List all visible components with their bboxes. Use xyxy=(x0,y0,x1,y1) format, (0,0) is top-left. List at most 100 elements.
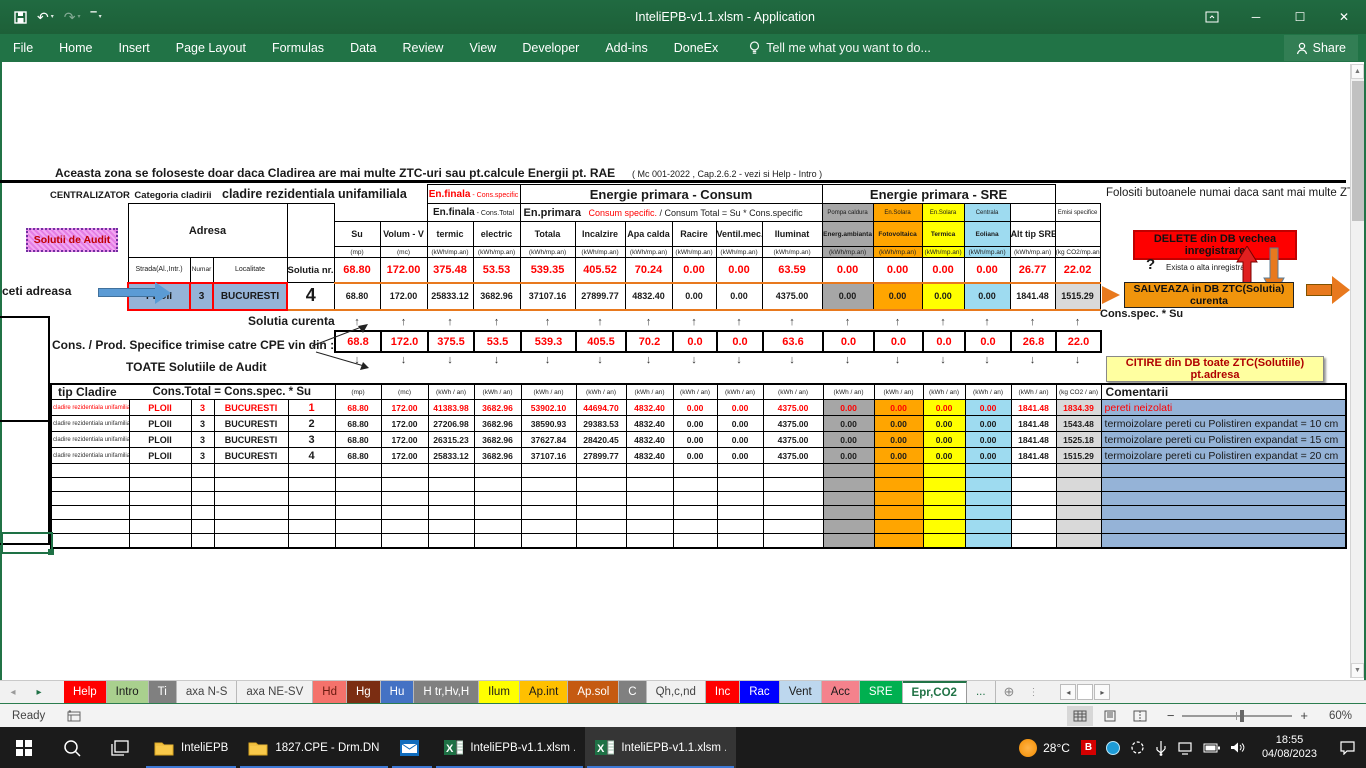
empty-cell[interactable] xyxy=(129,520,191,534)
localitate-cell[interactable]: BUCURESTI xyxy=(214,432,288,448)
empty-cell[interactable] xyxy=(763,534,823,548)
value-cell[interactable]: 0.00 xyxy=(965,448,1011,464)
empty-cell[interactable] xyxy=(288,534,335,548)
empty-cell[interactable] xyxy=(288,492,335,506)
value-cell[interactable]: 4375.00 xyxy=(763,400,823,416)
empty-row[interactable] xyxy=(51,478,1346,492)
value-cell[interactable]: 172.00 xyxy=(381,400,428,416)
taskbar-app-excel-inteliepb-v1-1-xlsm-[interactable]: XInteliEPB-v1.1.xlsm ... xyxy=(585,727,736,768)
value-cell[interactable]: 3682.96 xyxy=(474,400,521,416)
empty-cell[interactable] xyxy=(717,464,763,478)
sheet-tab-axa-n-s[interactable]: axa N-S xyxy=(177,681,238,703)
empty-comment-cell[interactable] xyxy=(1101,506,1346,520)
vertical-scrollbar[interactable]: ▲ ▼ xyxy=(1350,64,1364,678)
save-icon[interactable] xyxy=(14,11,27,24)
sent-value-cell[interactable]: 0.0 xyxy=(823,331,874,352)
empty-cell[interactable] xyxy=(381,478,428,492)
value-cell[interactable]: 1543.48 xyxy=(1056,416,1101,432)
strada-cell[interactable]: PLOII xyxy=(129,432,191,448)
empty-cell[interactable] xyxy=(763,464,823,478)
ribbon-tab-page-layout[interactable]: Page Layout xyxy=(163,34,259,62)
empty-cell[interactable] xyxy=(51,520,129,534)
localitate-cell[interactable]: BUCURESTI xyxy=(214,448,288,464)
comment-cell[interactable]: termoizolare pereti cu Polistiren expand… xyxy=(1101,432,1346,448)
value-cell[interactable]: 0.00 xyxy=(823,416,874,432)
empty-cell[interactable] xyxy=(923,478,965,492)
sent-value-cell[interactable]: 0.0 xyxy=(673,331,717,352)
empty-cell[interactable] xyxy=(335,492,381,506)
page-break-view-icon[interactable] xyxy=(1127,706,1153,726)
total-value-cell[interactable]: 0.00 xyxy=(672,283,716,310)
antivirus-tray-icon[interactable]: B xyxy=(1081,740,1096,755)
sheet-nav-left-icon[interactable]: ◂ xyxy=(0,681,26,703)
empty-cell[interactable] xyxy=(717,520,763,534)
empty-cell[interactable] xyxy=(923,506,965,520)
empty-cell[interactable] xyxy=(288,520,335,534)
empty-cell[interactable] xyxy=(474,520,521,534)
empty-row[interactable] xyxy=(51,492,1346,506)
tab-scroll-right-icon[interactable]: ▸ xyxy=(1094,684,1110,700)
value-cell[interactable]: 4375.00 xyxy=(763,432,823,448)
ribbon-tab-add-ins[interactable]: Add-ins xyxy=(592,34,660,62)
empty-cell[interactable] xyxy=(1011,478,1056,492)
empty-cell[interactable] xyxy=(51,464,129,478)
sent-value-cell[interactable]: 0.0 xyxy=(717,331,763,352)
empty-cell[interactable] xyxy=(428,506,474,520)
salveaza-db-button[interactable]: SALVEAZA in DB ZTC(Solutia) curenta xyxy=(1124,282,1294,308)
total-value-cell[interactable]: 27899.77 xyxy=(575,283,625,310)
numar-cell[interactable]: 3 xyxy=(191,432,214,448)
sheet-tab-ap-int[interactable]: Ap.int xyxy=(520,681,568,703)
empty-cell[interactable] xyxy=(335,464,381,478)
total-value-cell[interactable]: 0.00 xyxy=(716,283,762,310)
empty-cell[interactable] xyxy=(51,506,129,520)
empty-cell[interactable] xyxy=(626,464,673,478)
ribbon-tab-file[interactable]: File xyxy=(0,34,46,62)
value-cell[interactable]: 0.00 xyxy=(923,448,965,464)
empty-cell[interactable] xyxy=(381,492,428,506)
empty-cell[interactable] xyxy=(965,464,1011,478)
value-cell[interactable]: 53902.10 xyxy=(521,400,576,416)
value-cell[interactable]: 0.00 xyxy=(717,432,763,448)
value-cell[interactable]: 26315.23 xyxy=(428,432,474,448)
empty-cell[interactable] xyxy=(673,478,717,492)
empty-cell[interactable] xyxy=(823,534,874,548)
sent-value-cell[interactable]: 0.0 xyxy=(874,331,923,352)
value-cell[interactable]: 0.00 xyxy=(874,400,923,416)
empty-cell[interactable] xyxy=(763,506,823,520)
start-button[interactable] xyxy=(0,727,48,768)
ribbon-tab-doneex[interactable]: DoneEx xyxy=(661,34,731,62)
empty-cell[interactable] xyxy=(1011,464,1056,478)
empty-cell[interactable] xyxy=(521,506,576,520)
scroll-up-icon[interactable]: ▲ xyxy=(1351,64,1364,79)
empty-cell[interactable] xyxy=(474,478,521,492)
empty-cell[interactable] xyxy=(965,534,1011,548)
ribbon-tab-review[interactable]: Review xyxy=(389,34,456,62)
value-cell[interactable]: 1834.39 xyxy=(1056,400,1101,416)
comment-cell[interactable]: termoizolare pereti cu Polistiren expand… xyxy=(1101,448,1346,464)
taskbar-app-mail[interactable] xyxy=(390,727,434,768)
empty-comment-cell[interactable] xyxy=(1101,534,1346,548)
sheet-tab-vent[interactable]: Vent xyxy=(780,681,822,703)
empty-cell[interactable] xyxy=(521,478,576,492)
empty-cell[interactable] xyxy=(576,506,626,520)
empty-comment-cell[interactable] xyxy=(1101,520,1346,534)
total-value-cell[interactable]: 4832.40 xyxy=(625,283,672,310)
sheet-tab-ilum[interactable]: Ilum xyxy=(479,681,520,703)
sheet-tab-c[interactable]: C xyxy=(619,681,646,703)
value-cell[interactable]: 0.00 xyxy=(717,448,763,464)
empty-cell[interactable] xyxy=(576,534,626,548)
empty-cell[interactable] xyxy=(214,506,288,520)
empty-cell[interactable] xyxy=(823,506,874,520)
value-cell[interactable]: 0.00 xyxy=(965,416,1011,432)
value-cell[interactable]: 0.00 xyxy=(965,432,1011,448)
solutia-nr-cell[interactable]: 4 xyxy=(288,448,335,464)
ribbon-tab-developer[interactable]: Developer xyxy=(509,34,592,62)
value-cell[interactable]: 68.80 xyxy=(335,400,381,416)
spec-value-cell[interactable]: 0.00 xyxy=(964,258,1010,283)
numar-cell[interactable]: 3 xyxy=(191,400,214,416)
total-value-cell[interactable]: 1841.48 xyxy=(1010,283,1055,310)
empty-cell[interactable] xyxy=(51,534,129,548)
empty-cell[interactable] xyxy=(1056,534,1101,548)
empty-cell[interactable] xyxy=(626,534,673,548)
empty-cell[interactable] xyxy=(51,492,129,506)
